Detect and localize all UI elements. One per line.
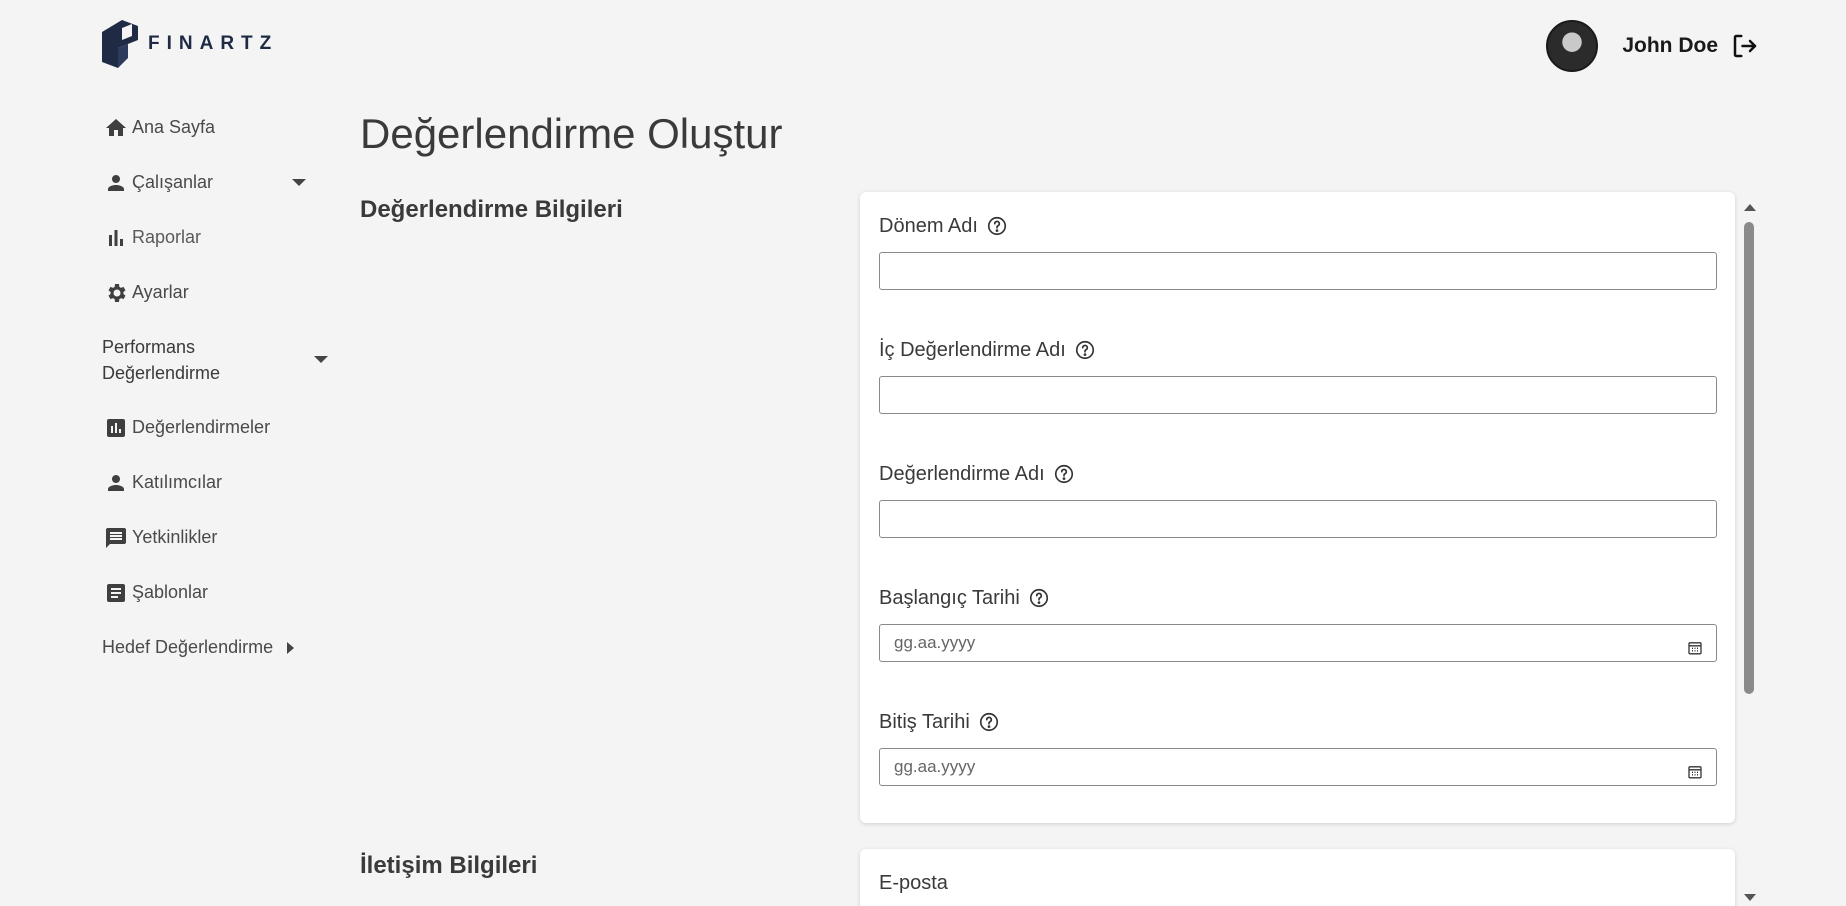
sidebar-group-label: Değerlendirme (102, 363, 221, 383)
sidebar-item-label: Ana Sayfa (132, 117, 216, 137)
sidebar-item-label: Çalışanlar (132, 172, 214, 192)
internal-evaluation-name-field: İç Değerlendirme Adı (879, 336, 1717, 414)
sidebar: Ana Sayfa Çalışanlar Raporlar Ayarlar Pe… (102, 100, 332, 675)
period-name-input[interactable] (879, 252, 1717, 290)
scroll-up-arrow-icon[interactable] (1744, 204, 1756, 211)
template-icon (102, 579, 130, 607)
help-icon[interactable] (986, 215, 1008, 237)
email-field: E-posta (879, 869, 1717, 906)
page-title: Değerlendirme Oluştur (360, 110, 783, 157)
period-name-field: Dönem Adı (879, 212, 1717, 290)
sidebar-item-competencies[interactable]: Yetkinlikler (102, 510, 332, 565)
chevron-down-icon[interactable] (314, 356, 328, 363)
field-label: Dönem Adı (879, 214, 978, 237)
sidebar-group-label: Performans (102, 337, 196, 357)
contact-info-card: E-posta (860, 849, 1735, 906)
internal-evaluation-name-input[interactable] (879, 376, 1717, 414)
sidebar-item-reports[interactable]: Raporlar (102, 210, 332, 265)
user-menu: John Doe (1546, 20, 1760, 72)
field-label: Başlangıç Tarihi (879, 586, 1020, 609)
start-date-field: Başlangıç Tarihi (879, 584, 1717, 662)
evaluation-name-field: Değerlendirme Adı (879, 460, 1717, 538)
avatar[interactable] (1546, 20, 1599, 72)
sidebar-item-label: Ayarlar (132, 282, 189, 302)
end-date-input[interactable] (879, 748, 1717, 786)
person-icon (102, 469, 130, 497)
sidebar-item-label: Değerlendirmeler (132, 417, 271, 437)
help-icon[interactable] (1028, 587, 1050, 609)
bar-chart-icon (102, 224, 130, 252)
chevron-right-icon[interactable] (287, 641, 295, 654)
chevron-down-icon[interactable] (292, 179, 306, 186)
message-icon (102, 524, 130, 552)
brand-logo[interactable]: FINARTZ (100, 18, 278, 70)
home-icon (102, 114, 130, 142)
field-label: E-posta (879, 871, 948, 894)
finartz-logo-icon (102, 20, 138, 68)
field-label: Değerlendirme Adı (879, 462, 1045, 485)
sidebar-item-participants[interactable]: Katılımcılar (102, 455, 332, 510)
sidebar-item-settings[interactable]: Ayarlar (102, 265, 332, 320)
brand-name: FINARTZ (148, 33, 279, 54)
sidebar-item-home[interactable]: Ana Sayfa (102, 100, 332, 155)
help-icon[interactable] (1074, 339, 1096, 361)
sidebar-item-evaluations[interactable]: Değerlendirmeler (102, 400, 332, 455)
calendar-icon[interactable] (1687, 764, 1703, 780)
section-title-evaluation-info: Değerlendirme Bilgileri (360, 196, 623, 223)
end-date-field: Bitiş Tarihi (879, 708, 1717, 786)
sidebar-item-target-evaluation[interactable]: Hedef Değerlendirme (102, 620, 332, 675)
help-icon[interactable] (1053, 463, 1075, 485)
field-label: Bitiş Tarihi (879, 710, 970, 733)
gear-icon (102, 279, 130, 307)
start-date-input[interactable] (879, 624, 1717, 662)
sidebar-item-templates[interactable]: Şablonlar (102, 565, 332, 620)
scroll-thumb[interactable] (1744, 222, 1754, 694)
sidebar-item-label: Katılımcılar (132, 472, 223, 492)
logout-icon[interactable] (1730, 31, 1760, 61)
user-name[interactable]: John Doe (1622, 34, 1718, 58)
scroll-down-arrow-icon[interactable] (1744, 894, 1756, 901)
evaluation-info-card: Dönem Adı İç Değerlendirme Adı Değerlend… (860, 192, 1735, 823)
sidebar-item-label: Yetkinlikler (132, 527, 218, 547)
sidebar-item-employees[interactable]: Çalışanlar (102, 155, 332, 210)
sidebar-item-label: Hedef Değerlendirme (102, 637, 274, 657)
scrollbar[interactable] (1741, 196, 1757, 906)
sidebar-item-label: Raporlar (132, 227, 202, 247)
chart-box-icon (102, 414, 130, 442)
sidebar-item-label: Şablonlar (132, 582, 209, 602)
help-icon[interactable] (978, 711, 1000, 733)
sidebar-group-performance[interactable]: Performans Değerlendirme (102, 320, 332, 400)
person-icon (102, 169, 130, 197)
evaluation-name-input[interactable] (879, 500, 1717, 538)
field-label: İç Değerlendirme Adı (879, 338, 1066, 361)
calendar-icon[interactable] (1687, 640, 1703, 656)
section-title-contact-info: İletişim Bilgileri (360, 852, 538, 879)
